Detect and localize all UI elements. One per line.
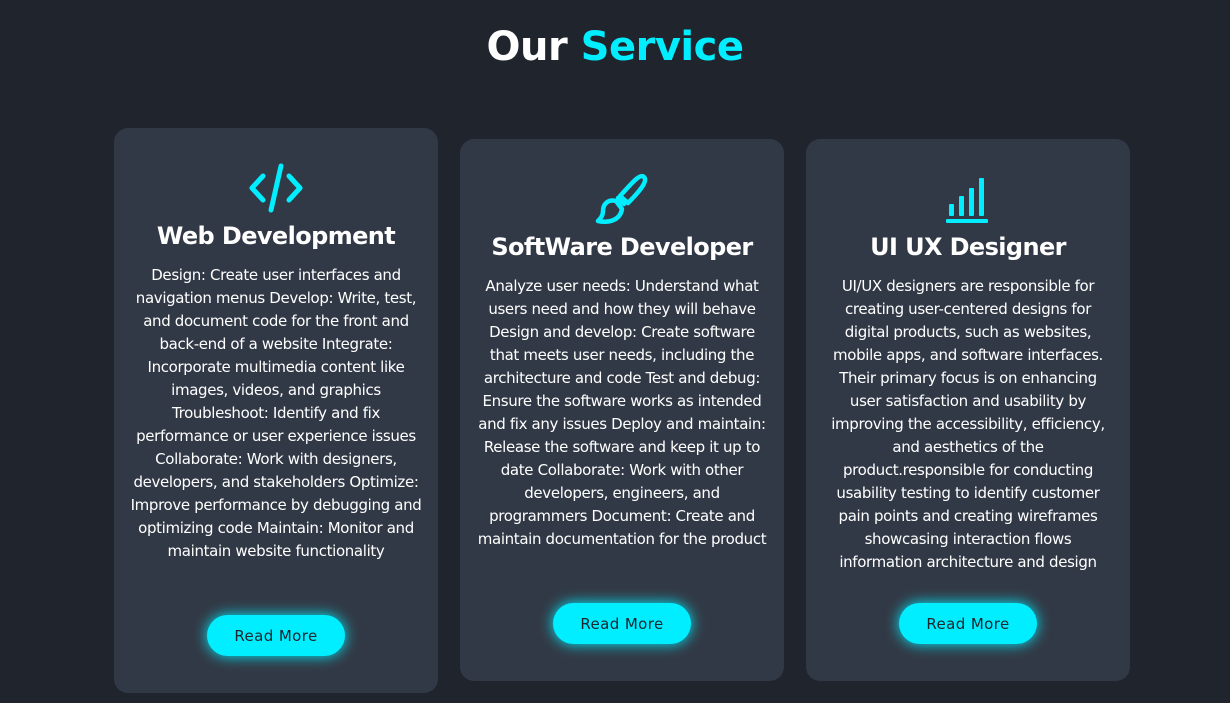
service-card-title: SoftWare Developer <box>491 233 753 261</box>
service-card-ui-ux-designer: UI UX Designer UI/UX designers are respo… <box>806 139 1130 681</box>
bar-chart-icon <box>806 169 1130 229</box>
code-icon <box>114 158 438 218</box>
service-card-description: UI/UX designers are responsible for crea… <box>831 277 1105 571</box>
section-title-accent: Service <box>580 24 744 70</box>
service-card-title: Web Development <box>156 222 396 250</box>
service-card-description: Design: Create user interfaces and navig… <box>130 266 422 560</box>
service-card-description: Analyze user needs: Understand what user… <box>477 277 767 548</box>
read-more-button[interactable]: Read More <box>553 603 691 644</box>
read-more-button[interactable]: Read More <box>207 615 345 656</box>
service-card-title: UI UX Designer <box>870 233 1066 261</box>
service-card-software-developer: SoftWare Developer Analyze user needs: U… <box>460 139 784 681</box>
service-card-web-development: Web Development Design: Create user inte… <box>114 128 438 693</box>
section-title-main: Our <box>486 24 568 70</box>
section-title: Our Service <box>0 24 1230 70</box>
services-section: Our Service Web Development Design: Crea… <box>0 0 1230 703</box>
read-more-button[interactable]: Read More <box>899 603 1037 644</box>
paintbrush-icon <box>460 169 784 229</box>
